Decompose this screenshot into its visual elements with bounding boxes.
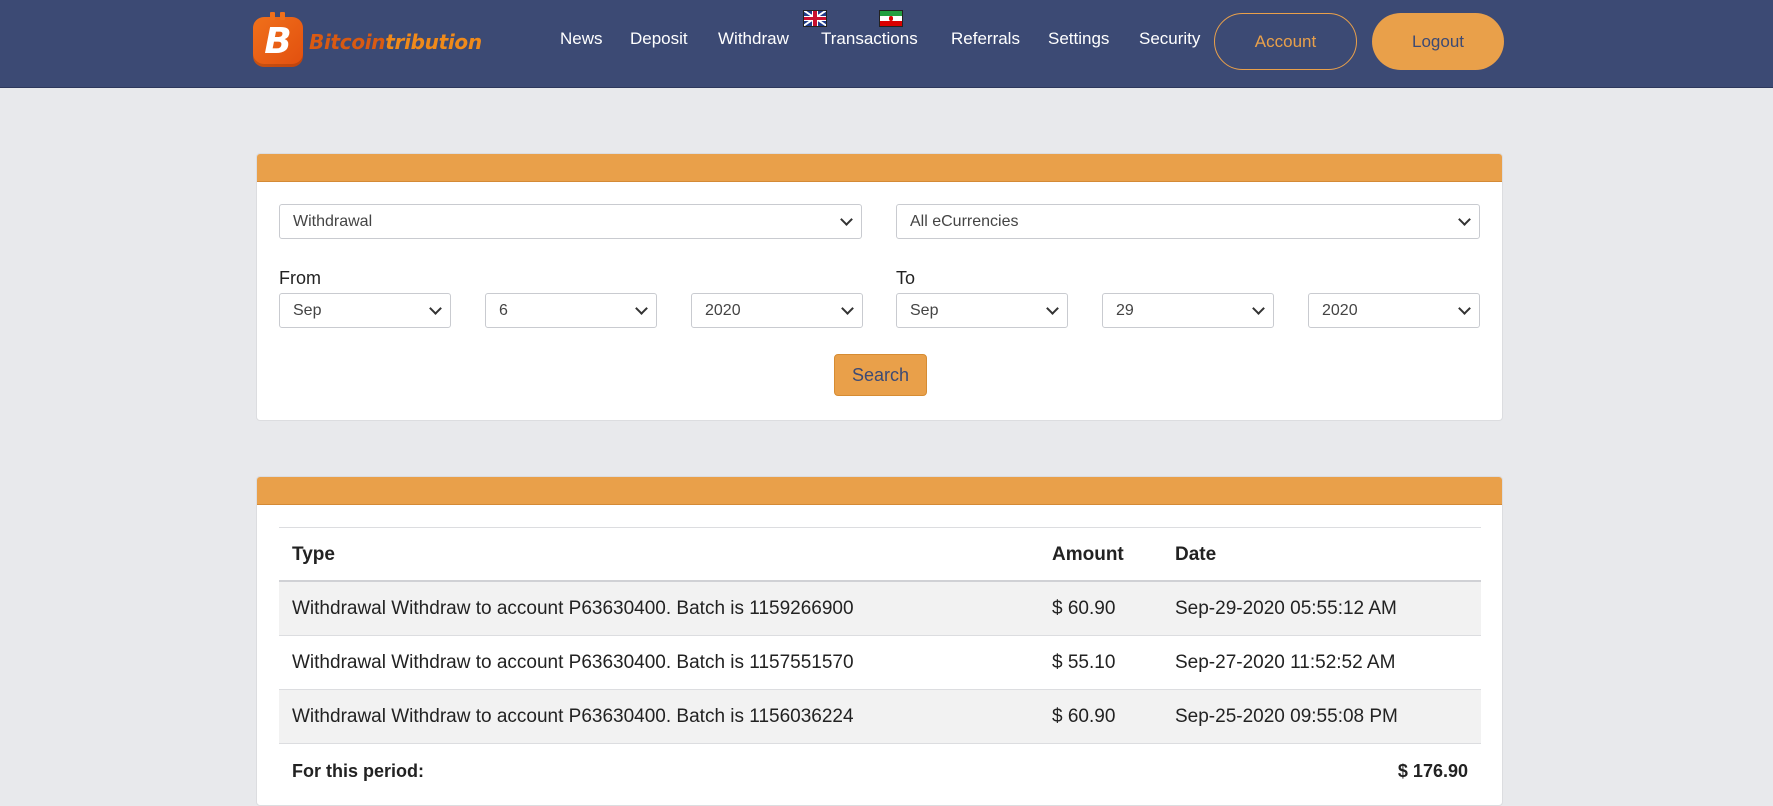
bitcoin-logo-icon: B bbox=[253, 12, 303, 67]
flag-uk-icon[interactable] bbox=[803, 10, 827, 27]
chevron-down-icon bbox=[429, 302, 442, 315]
from-month-value: Sep bbox=[293, 302, 322, 319]
from-month-select[interactable]: Sep bbox=[279, 293, 451, 328]
logout-button[interactable]: Logout bbox=[1372, 13, 1504, 70]
row-date: Sep-25-2020 09:55:08 PM bbox=[1175, 706, 1398, 727]
nav-security[interactable]: Security bbox=[1139, 29, 1200, 49]
nav-news[interactable]: News bbox=[560, 29, 603, 49]
column-header-type: Type bbox=[292, 544, 335, 565]
nav-settings[interactable]: Settings bbox=[1048, 29, 1109, 49]
to-day-select[interactable]: 29 bbox=[1102, 293, 1274, 328]
transaction-type-select[interactable]: Withdrawal bbox=[279, 204, 862, 239]
to-month-value: Sep bbox=[910, 302, 939, 319]
column-header-amount: Amount bbox=[1052, 544, 1124, 565]
results-panel: Type Amount Date Withdrawal Withdraw to … bbox=[256, 476, 1503, 806]
row-amount: $ 60.90 bbox=[1052, 598, 1116, 619]
search-button[interactable]: Search bbox=[834, 354, 927, 396]
table-row: Withdrawal Withdraw to account P63630400… bbox=[279, 690, 1481, 744]
nav-withdraw[interactable]: Withdraw bbox=[718, 29, 789, 49]
filter-panel-header bbox=[257, 154, 1502, 182]
table-header-row: Type Amount Date bbox=[279, 528, 1481, 582]
chevron-down-icon bbox=[1252, 302, 1265, 315]
row-date: Sep-29-2020 05:55:12 AM bbox=[1175, 598, 1397, 619]
table-row: Withdrawal Withdraw to account P63630400… bbox=[279, 636, 1481, 690]
column-header-date: Date bbox=[1175, 544, 1217, 565]
row-amount: $ 55.10 bbox=[1052, 652, 1116, 673]
row-type: Withdrawal Withdraw to account P63630400… bbox=[292, 652, 854, 673]
table-row: Withdrawal Withdraw to account P63630400… bbox=[279, 582, 1481, 636]
logo-wordmark: Bitcointribution bbox=[309, 30, 482, 54]
from-day-select[interactable]: 6 bbox=[485, 293, 657, 328]
nav-transactions[interactable]: Transactions bbox=[821, 29, 918, 49]
row-type: Withdrawal Withdraw to account P63630400… bbox=[292, 706, 854, 727]
to-day-value: 29 bbox=[1116, 302, 1134, 319]
row-amount: $ 60.90 bbox=[1052, 706, 1116, 727]
ecurrency-select[interactable]: All eCurrencies bbox=[896, 204, 1480, 239]
from-label: From bbox=[279, 268, 321, 288]
row-date: Sep-27-2020 11:52:52 AM bbox=[1175, 652, 1396, 673]
from-year-select[interactable]: 2020 bbox=[691, 293, 863, 328]
to-label: To bbox=[896, 268, 916, 288]
nav-deposit[interactable]: Deposit bbox=[630, 29, 688, 49]
transaction-type-value: Withdrawal bbox=[293, 213, 373, 230]
account-button[interactable]: Account bbox=[1214, 13, 1357, 70]
chevron-down-icon bbox=[1458, 302, 1471, 315]
to-year-value: 2020 bbox=[1322, 302, 1358, 319]
ecurrency-value: All eCurrencies bbox=[910, 213, 1019, 230]
chevron-down-icon bbox=[840, 213, 853, 226]
table-total-row: For this period: $ 176.90 bbox=[279, 744, 1481, 798]
nav-referrals[interactable]: Referrals bbox=[951, 29, 1020, 49]
top-navbar: B Bitcointribution News Deposit Withdraw… bbox=[0, 0, 1773, 88]
chevron-down-icon bbox=[841, 302, 854, 315]
period-total-label: For this period: bbox=[292, 761, 424, 781]
site-logo[interactable]: B Bitcointribution bbox=[253, 12, 482, 70]
chevron-down-icon bbox=[1458, 213, 1471, 226]
row-type: Withdrawal Withdraw to account P63630400… bbox=[292, 598, 854, 619]
period-total-value: $ 176.90 bbox=[1397, 761, 1468, 781]
filter-panel: Withdrawal All eCurrencies From To Sep 6… bbox=[256, 153, 1503, 421]
from-day-value: 6 bbox=[499, 302, 508, 319]
to-month-select[interactable]: Sep bbox=[896, 293, 1068, 328]
flag-iran-icon[interactable] bbox=[879, 10, 903, 27]
from-year-value: 2020 bbox=[705, 302, 741, 319]
results-panel-header bbox=[257, 477, 1502, 505]
chevron-down-icon bbox=[1046, 302, 1059, 315]
to-year-select[interactable]: 2020 bbox=[1308, 293, 1480, 328]
chevron-down-icon bbox=[635, 302, 648, 315]
